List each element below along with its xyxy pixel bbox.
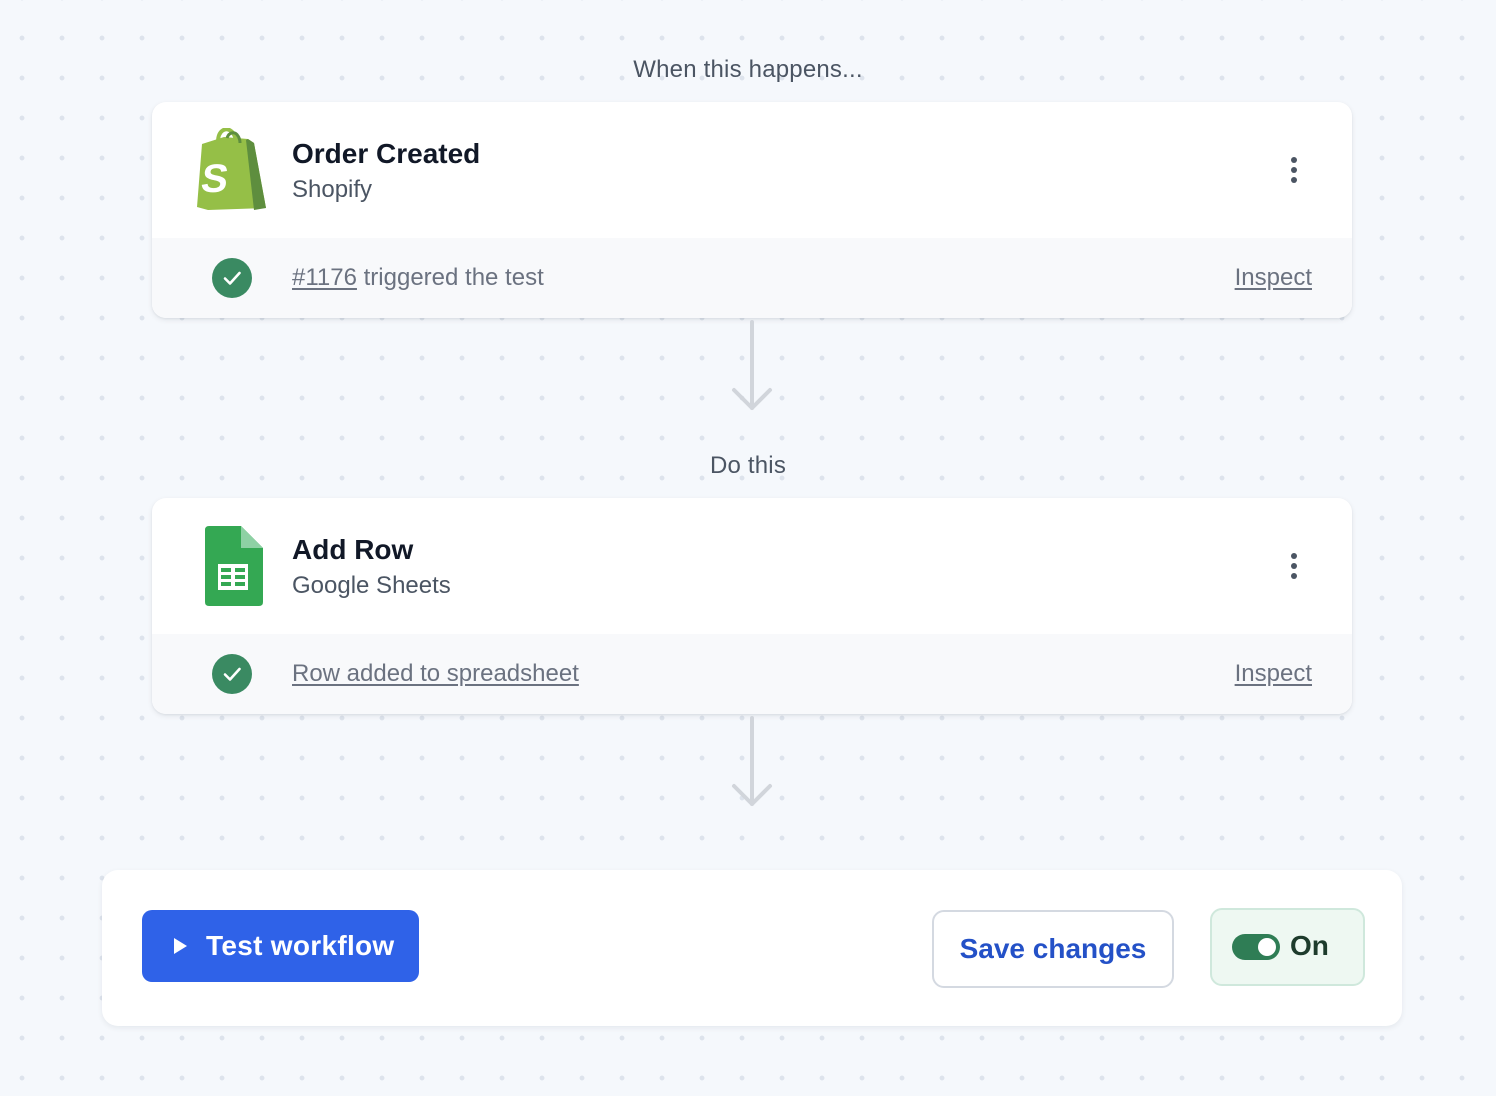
toggle-switch[interactable] [1232,934,1280,960]
trigger-status-suffix: triggered the test [356,264,544,291]
trigger-step-status-row: #1176 triggered the test Inspect [152,238,1352,318]
trigger-status-text: #1176 triggered the test [292,264,544,292]
action-step-app-name: Google Sheets [292,572,451,599]
trigger-section-label: When this happens... [633,56,863,83]
save-changes-button[interactable]: Save changes [932,910,1174,988]
check-circle-icon [212,258,252,298]
action-section-label: Do this [709,452,787,479]
action-step-title: Add Row [292,534,414,565]
check-circle-icon [212,654,252,694]
arrow-down-icon [732,320,772,410]
trigger-step-card[interactable]: S Order Created Shopify #1176 triggered … [152,102,1352,318]
test-workflow-label: Test workflow [206,930,395,961]
trigger-step-app-name: Shopify [292,176,373,203]
google-sheets-icon [205,526,263,606]
order-number-link[interactable]: #1176 [292,264,357,291]
row-added-link[interactable]: Row added to spreadsheet [292,660,579,687]
action-step-header[interactable]: Add Row Google Sheets [152,498,1352,634]
toggle-knob [1258,938,1276,956]
toggle-state-label: On [1290,930,1329,961]
action-step-card[interactable]: Add Row Google Sheets Row added to sprea… [152,498,1352,714]
workflow-action-bar: Test workflow Save changes On [102,870,1402,1026]
test-workflow-button[interactable]: Test workflow [142,910,419,982]
shopify-logo-icon: S [197,128,266,210]
more-vertical-icon[interactable] [1280,150,1308,190]
trigger-step-title: Order Created [292,138,481,169]
trigger-inspect-link[interactable]: Inspect [1235,264,1312,292]
more-vertical-icon[interactable] [1280,546,1308,586]
workflow-on-toggle[interactable]: On [1210,908,1365,986]
play-icon [174,938,187,954]
action-inspect-link[interactable]: Inspect [1235,660,1312,688]
action-status-text: Row added to spreadsheet [292,660,579,688]
arrow-down-icon [732,716,772,806]
action-step-status-row: Row added to spreadsheet Inspect [152,634,1352,714]
trigger-step-header[interactable]: S Order Created Shopify [152,102,1352,238]
